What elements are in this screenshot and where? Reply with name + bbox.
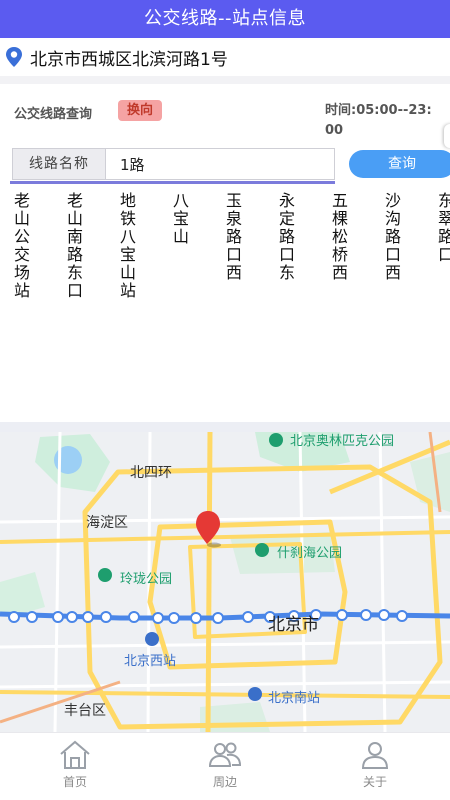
people-icon bbox=[208, 742, 242, 767]
stop-list: 老山公交场站 老山南路东口 地铁八宝山站 八宝山 玉泉路口西 永定路口东 五棵松… bbox=[0, 192, 450, 422]
current-address: 北京市西城区北滨河路1号 bbox=[30, 49, 228, 70]
map-label-west-station: 北京西站 bbox=[124, 654, 177, 669]
stop-item[interactable]: 永定路口东 bbox=[277, 192, 297, 282]
stop-item[interactable]: 八宝山 bbox=[171, 192, 191, 246]
bottom-nav: 首页 周边 关于 bbox=[0, 732, 450, 800]
map-label-linglong: 玲珑公园 bbox=[120, 572, 173, 587]
map-label-beisihuan: 北四环 bbox=[130, 465, 172, 481]
person-icon bbox=[361, 742, 389, 769]
section-gap bbox=[0, 76, 450, 84]
stop-item[interactable]: 沙沟路口西 bbox=[383, 192, 403, 282]
stop-item[interactable]: 老山公交场站 bbox=[12, 192, 32, 300]
stop-item[interactable]: 五棵松桥西 bbox=[330, 192, 350, 282]
stop-item[interactable]: 地铁八宝山站 bbox=[118, 192, 138, 300]
search-label: 线路名称 bbox=[13, 149, 106, 179]
home-icon bbox=[60, 740, 90, 769]
stop-item[interactable]: 玉泉路口西 bbox=[224, 192, 244, 282]
page-title: 公交线路--站点信息 bbox=[0, 0, 450, 38]
map-divider bbox=[0, 422, 450, 432]
stop-item[interactable]: 老山南路东口 bbox=[65, 192, 85, 300]
query-title: 公交线路查询 bbox=[14, 107, 93, 122]
swap-direction-button[interactable]: 换向 bbox=[118, 100, 163, 121]
map-canvas bbox=[0, 432, 450, 732]
map-label-haidian: 海淀区 bbox=[86, 515, 128, 531]
map-label-olympic: 北京奥林匹克公园 bbox=[290, 434, 395, 449]
map-label-south-station: 北京南站 bbox=[268, 691, 321, 706]
location-pin-icon bbox=[6, 47, 22, 67]
service-time: 时间:05:00--23:00 bbox=[325, 103, 432, 138]
nav-about-label: 关于 bbox=[362, 775, 387, 789]
map-view[interactable]: 北京奥林匹克公园 北四环 海淀区 什刹海公园 玲珑公园 北京市 北京西站 北京南… bbox=[0, 432, 450, 732]
nav-nearby-label: 周边 bbox=[212, 775, 237, 789]
nav-about[interactable]: 关于 bbox=[300, 733, 450, 800]
nav-home[interactable]: 首页 bbox=[0, 733, 150, 800]
map-label-fengtai: 丰台区 bbox=[64, 703, 106, 719]
app-root: 公交线路--站点信息 北京市西城区北滨河路1号 公交线路查询 换向 时间:05:… bbox=[0, 0, 450, 800]
stop-item[interactable]: 东翠路口 bbox=[436, 192, 450, 264]
map-label-shichahai: 什刹海公园 bbox=[277, 546, 343, 561]
route-name-input[interactable] bbox=[106, 149, 334, 179]
location-bar: 北京市西城区北滨河路1号 bbox=[0, 38, 450, 76]
map-label-beijing: 北京市 bbox=[268, 615, 319, 635]
route-search-box: 线路名称 bbox=[12, 148, 335, 180]
nav-home-label: 首页 bbox=[62, 775, 87, 789]
query-button[interactable]: 查询 bbox=[349, 150, 450, 178]
side-drawer-tab[interactable] bbox=[444, 124, 450, 148]
nav-nearby[interactable]: 周边 bbox=[150, 733, 300, 800]
search-underline bbox=[10, 181, 335, 184]
